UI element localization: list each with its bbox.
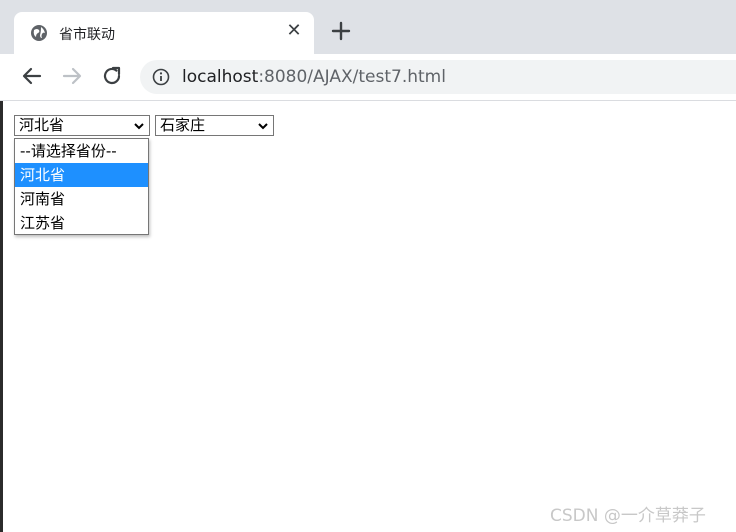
chevron-down-icon	[134, 123, 144, 130]
province-select-value: 河北省	[19, 116, 65, 134]
watermark: CSDN @一介草莽子	[550, 506, 706, 526]
tab-strip: 省市联动 ✕	[0, 0, 736, 54]
province-select[interactable]: 河北省	[14, 115, 150, 136]
chevron-down-icon	[258, 123, 268, 130]
globe-icon	[31, 25, 47, 41]
plus-icon[interactable]	[328, 18, 354, 44]
tab-title: 省市联动	[59, 27, 115, 43]
province-dropdown-list: --请选择省份-- 河北省 河南省 江苏省	[14, 138, 149, 235]
city-select-value: 石家庄	[160, 116, 206, 134]
dropdown-option[interactable]: 河南省	[15, 187, 148, 211]
dropdown-option[interactable]: 江苏省	[15, 211, 148, 235]
info-icon[interactable]	[152, 68, 170, 86]
url-host: localhost	[182, 67, 259, 87]
url-path: :8080/AJAX/test7.html	[258, 67, 446, 87]
back-arrow-icon[interactable]	[20, 64, 44, 88]
reload-icon[interactable]	[100, 64, 124, 88]
browser-toolbar: localhost:8080/AJAX/test7.html	[0, 54, 736, 101]
close-icon[interactable]: ✕	[284, 21, 304, 41]
city-select[interactable]: 石家庄	[155, 115, 274, 136]
url-text: localhost:8080/AJAX/test7.html	[182, 67, 446, 87]
forward-arrow-icon[interactable]	[60, 64, 84, 88]
dropdown-option-highlighted[interactable]: 河北省	[15, 163, 148, 187]
browser-tab[interactable]: 省市联动 ✕	[14, 12, 314, 54]
dropdown-option[interactable]: --请选择省份--	[15, 139, 148, 163]
address-bar[interactable]: localhost:8080/AJAX/test7.html	[140, 60, 736, 94]
